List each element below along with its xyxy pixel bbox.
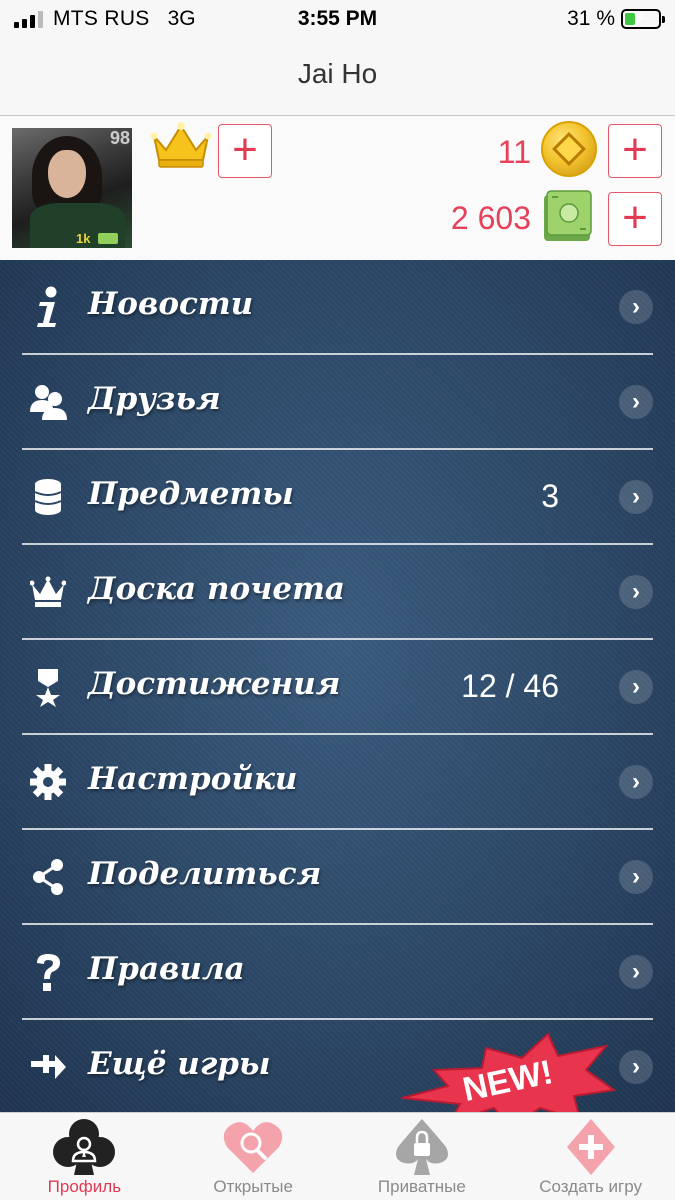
tab-label: Открытые bbox=[213, 1177, 293, 1196]
coins-count: 11 bbox=[497, 134, 531, 170]
chevron-right-icon: › bbox=[619, 765, 653, 799]
tab-create-game[interactable]: Создать игру bbox=[506, 1113, 675, 1200]
friends-icon bbox=[26, 380, 70, 424]
menu-item-label: Новости bbox=[88, 286, 254, 322]
battery-percent: 31 % bbox=[567, 7, 615, 30]
mini-cash-icon bbox=[98, 233, 118, 244]
diamond-plus-icon bbox=[566, 1119, 615, 1175]
club-profile-icon bbox=[53, 1119, 116, 1175]
chevron-right-icon: › bbox=[619, 575, 653, 609]
menu-item-items[interactable]: Предметы 3 › bbox=[0, 450, 675, 545]
status-right: 31 % ⚡ bbox=[567, 7, 665, 31]
add-cash-button[interactable]: + bbox=[608, 192, 662, 246]
menu-item-rules[interactable]: Правила › bbox=[0, 925, 675, 1020]
chevron-right-icon: › bbox=[619, 860, 653, 894]
more-games-icon bbox=[26, 1045, 70, 1089]
battery-icon: ⚡ bbox=[621, 9, 665, 29]
charging-bolt-icon: ⚡ bbox=[635, 10, 646, 27]
chevron-right-icon: › bbox=[619, 1050, 653, 1084]
menu-item-value: 12 / 46 bbox=[461, 668, 559, 704]
crown-icon bbox=[26, 570, 70, 614]
new-badge: NEW! bbox=[401, 1032, 617, 1112]
tab-private[interactable]: Приватные bbox=[338, 1113, 507, 1200]
menu-item-label: Ещё игры bbox=[88, 1046, 271, 1082]
spade-lock-icon bbox=[395, 1119, 448, 1175]
menu-item-friends[interactable]: Друзья › bbox=[0, 355, 675, 450]
chevron-right-icon: › bbox=[619, 480, 653, 514]
vip-crown-icon[interactable] bbox=[150, 120, 212, 170]
tab-bar: Профиль Открытые Приватные Создать игру bbox=[0, 1112, 675, 1200]
menu-item-label: Предметы bbox=[88, 476, 294, 512]
menu-item-news[interactable]: Новости › bbox=[0, 260, 675, 355]
chevron-right-icon: › bbox=[619, 290, 653, 324]
share-icon bbox=[26, 855, 70, 899]
question-icon bbox=[26, 950, 70, 994]
menu-item-label: Доска почета bbox=[88, 571, 345, 607]
menu-item-label: Настройки bbox=[88, 761, 298, 797]
tab-profile[interactable]: Профиль bbox=[0, 1113, 169, 1200]
navigation-bar: Jai Ho bbox=[0, 38, 675, 116]
chevron-right-icon: › bbox=[619, 955, 653, 989]
page-title: Jai Ho bbox=[297, 58, 378, 89]
gold-coin-icon bbox=[541, 121, 597, 177]
menu-item-label: Поделиться bbox=[88, 856, 322, 892]
chevron-right-icon: › bbox=[619, 385, 653, 419]
gear-icon bbox=[26, 760, 70, 804]
menu-item-leaderboard[interactable]: Доска почета › bbox=[0, 545, 675, 640]
battery-fill bbox=[625, 13, 635, 25]
info-icon bbox=[26, 285, 70, 329]
avatar[interactable]: 98 1k bbox=[12, 128, 132, 248]
avatar-level: 98 bbox=[109, 128, 130, 148]
tab-label: Создать игру bbox=[539, 1177, 643, 1196]
main-menu: Новости › Друзья › Предметы 3 › Доска по… bbox=[0, 260, 675, 1112]
add-vip-button[interactable]: + bbox=[218, 124, 272, 178]
menu-item-settings[interactable]: Настройки › bbox=[0, 735, 675, 830]
avatar-badge: 1k bbox=[76, 231, 91, 246]
cash-count: 2 603 bbox=[450, 200, 531, 236]
status-bar: MTS RUS 3G 3:55 PM 31 % ⚡ bbox=[0, 0, 675, 38]
menu-item-value: 3 bbox=[541, 478, 559, 514]
heart-search-icon bbox=[223, 1122, 283, 1173]
menu-item-share[interactable]: Поделиться › bbox=[0, 830, 675, 925]
award-ribbon-icon bbox=[26, 665, 70, 709]
menu-item-label: Достижения bbox=[88, 666, 341, 702]
coins-stack-icon bbox=[26, 475, 70, 519]
menu-item-label: Правила bbox=[88, 951, 245, 987]
add-coins-button[interactable]: + bbox=[608, 124, 662, 178]
menu-item-achievements[interactable]: Достижения 12 / 46 › bbox=[0, 640, 675, 735]
cash-stack-icon bbox=[544, 190, 592, 241]
tab-open[interactable]: Открытые bbox=[169, 1113, 338, 1200]
tab-label: Приватные bbox=[377, 1177, 466, 1196]
chevron-right-icon: › bbox=[619, 670, 653, 704]
tab-label: Профиль bbox=[47, 1177, 122, 1196]
menu-item-label: Друзья bbox=[88, 381, 221, 417]
